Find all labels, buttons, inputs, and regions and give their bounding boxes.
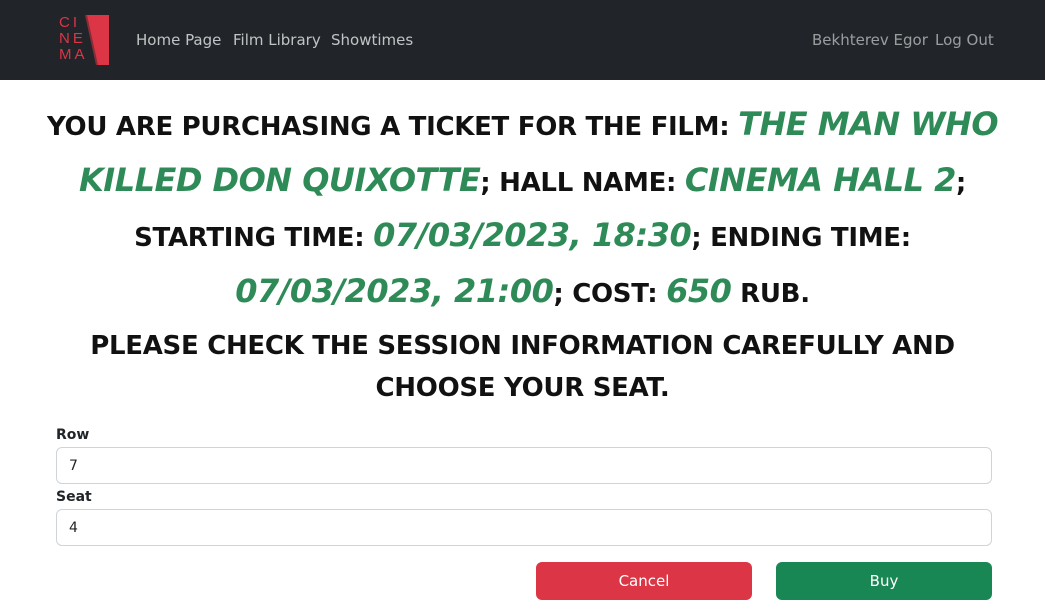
cost-label: ; cost: <box>553 278 667 309</box>
user-name-link[interactable]: Bekhterev Egor <box>812 30 928 50</box>
nav-film-library[interactable]: Film Library <box>233 30 321 50</box>
end-time: 07/03/2023, 21:00 <box>235 271 554 310</box>
start-time: 07/03/2023, 18:30 <box>373 216 692 254</box>
hall-name: Cinema Hall 2 <box>684 160 957 199</box>
cinema-logo[interactable]: CI NE MA <box>57 15 109 65</box>
buy-button[interactable]: Buy <box>776 562 992 600</box>
intro-text: You are purchasing a ticket for the film… <box>46 112 739 142</box>
purchase-info: You are purchasing a ticket for the film… <box>30 98 1015 320</box>
seat-label: Seat <box>56 489 92 505</box>
logout-link[interactable]: Log Out <box>935 30 994 50</box>
end-label: ; ending time: <box>691 223 911 253</box>
logo-text: CI NE MA <box>59 14 88 63</box>
nav-home-page[interactable]: Home Page <box>136 30 221 50</box>
seat-input[interactable] <box>56 509 992 546</box>
cost-value: 650 <box>666 271 732 310</box>
notice-text: Please check the session information car… <box>90 331 955 403</box>
cancel-button[interactable]: Cancel <box>536 562 752 600</box>
nav-showtimes[interactable]: Showtimes <box>331 30 413 50</box>
currency: rub. <box>731 278 810 309</box>
row-label: Row <box>56 427 90 443</box>
navbar: CI NE MA Home Page Film Library Showtime… <box>0 0 1045 80</box>
hall-label: ; hall name: <box>480 167 685 198</box>
row-input[interactable] <box>56 447 992 484</box>
